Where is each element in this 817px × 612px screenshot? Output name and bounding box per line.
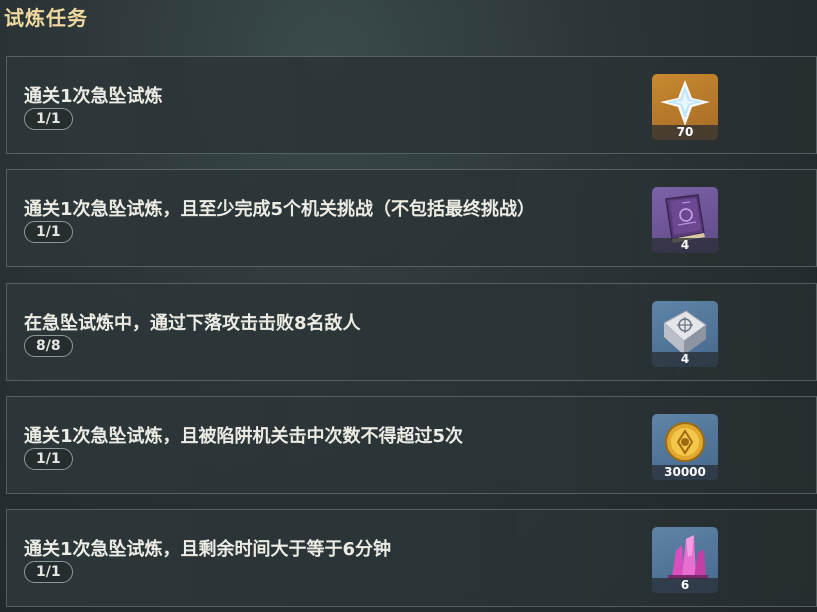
task-progress-badge: 1/1 <box>24 108 73 130</box>
task-item: 通关1次急坠试炼，且被陷阱机关击中次数不得超过5次 1/1 30000 <box>6 396 817 494</box>
reward-item[interactable]: 4 <box>652 301 718 367</box>
task-item: 通关1次急坠试炼，且剩余时间大于等于6分钟 1/1 6 <box>6 509 817 607</box>
reward-count: 6 <box>652 578 718 593</box>
task-item: 通关1次急坠试炼 1/1 70 <box>6 56 817 154</box>
reward-count: 70 <box>652 125 718 140</box>
task-progress-badge: 1/1 <box>24 221 73 243</box>
task-description: 通关1次急坠试炼，且至少完成5个机关挑战（不包括最终挑战） <box>24 199 536 220</box>
task-description: 通关1次急坠试炼，且被陷阱机关击中次数不得超过5次 <box>24 426 464 447</box>
page-title: 试炼任务 <box>4 6 88 30</box>
task-description: 通关1次急坠试炼，且剩余时间大于等于6分钟 <box>24 539 392 560</box>
reward-item[interactable]: 4 <box>652 187 718 253</box>
task-progress-badge: 8/8 <box>24 335 73 357</box>
reward-item[interactable]: 6 <box>652 527 718 593</box>
reward-item[interactable]: 30000 <box>652 414 718 480</box>
reward-item[interactable]: 70 <box>652 74 718 140</box>
task-item: 在急坠试炼中，通过下落攻击击败8名敌人 8/8 4 <box>6 283 817 381</box>
task-item: 通关1次急坠试炼，且至少完成5个机关挑战（不包括最终挑战） 1/1 4 <box>6 169 817 267</box>
task-progress-badge: 1/1 <box>24 561 73 583</box>
reward-count: 30000 <box>652 465 718 480</box>
reward-count: 4 <box>652 238 718 253</box>
task-description: 通关1次急坠试炼 <box>24 86 163 107</box>
task-description: 在急坠试炼中，通过下落攻击击败8名敌人 <box>24 313 361 334</box>
reward-count: 4 <box>652 352 718 367</box>
task-progress-badge: 1/1 <box>24 448 73 470</box>
